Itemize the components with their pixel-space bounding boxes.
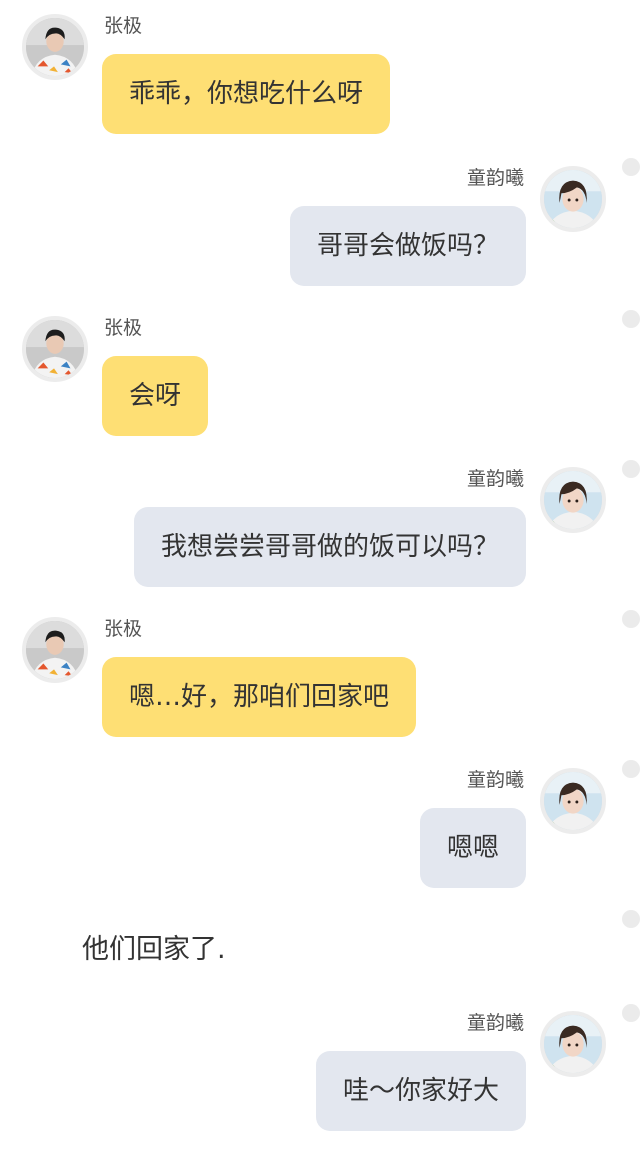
edge-dot-icon bbox=[622, 310, 640, 328]
avatar-tongyunxi-icon[interactable] bbox=[540, 1011, 606, 1077]
sender-name: 童韵曦 bbox=[466, 769, 524, 791]
avatar-zhangji-icon[interactable] bbox=[22, 14, 88, 80]
avatar-tongyunxi-icon[interactable] bbox=[540, 768, 606, 834]
avatar-tongyunxi-icon[interactable] bbox=[540, 467, 606, 533]
avatar-zhangji-icon[interactable] bbox=[22, 316, 88, 382]
sender-name: 童韵曦 bbox=[466, 167, 524, 189]
message-bubble[interactable]: 嗯嗯 bbox=[419, 808, 526, 888]
message-bubble[interactable]: 哇～你家好大 bbox=[315, 1051, 526, 1131]
message-bubble[interactable]: 会呀 bbox=[102, 356, 209, 436]
sender-name: 童韵曦 bbox=[466, 1012, 524, 1034]
edge-dot-icon bbox=[622, 158, 640, 176]
message-bubble[interactable]: 乖乖，你想吃什么呀 bbox=[102, 54, 391, 134]
message-bubble[interactable]: 嗯…好，那咱们回家吧 bbox=[102, 657, 417, 737]
narration-text: 他们回家了. bbox=[82, 934, 226, 965]
sender-name: 张极 bbox=[104, 15, 143, 37]
edge-dot-icon bbox=[622, 460, 640, 478]
edge-dot-icon bbox=[622, 910, 640, 928]
message-bubble[interactable]: 哥哥会做饭吗？ bbox=[289, 206, 526, 286]
message-bubble[interactable]: 我想尝尝哥哥做的饭可以吗？ bbox=[133, 507, 526, 587]
sender-name: 童韵曦 bbox=[466, 468, 524, 490]
sender-name: 张极 bbox=[104, 317, 143, 339]
sender-name: 张极 bbox=[104, 618, 143, 640]
edge-dot-icon bbox=[622, 610, 640, 628]
edge-dot-icon bbox=[622, 760, 640, 778]
avatar-zhangji-icon[interactable] bbox=[22, 617, 88, 683]
avatar-tongyunxi-icon[interactable] bbox=[540, 166, 606, 232]
edge-dot-icon bbox=[622, 1004, 640, 1022]
